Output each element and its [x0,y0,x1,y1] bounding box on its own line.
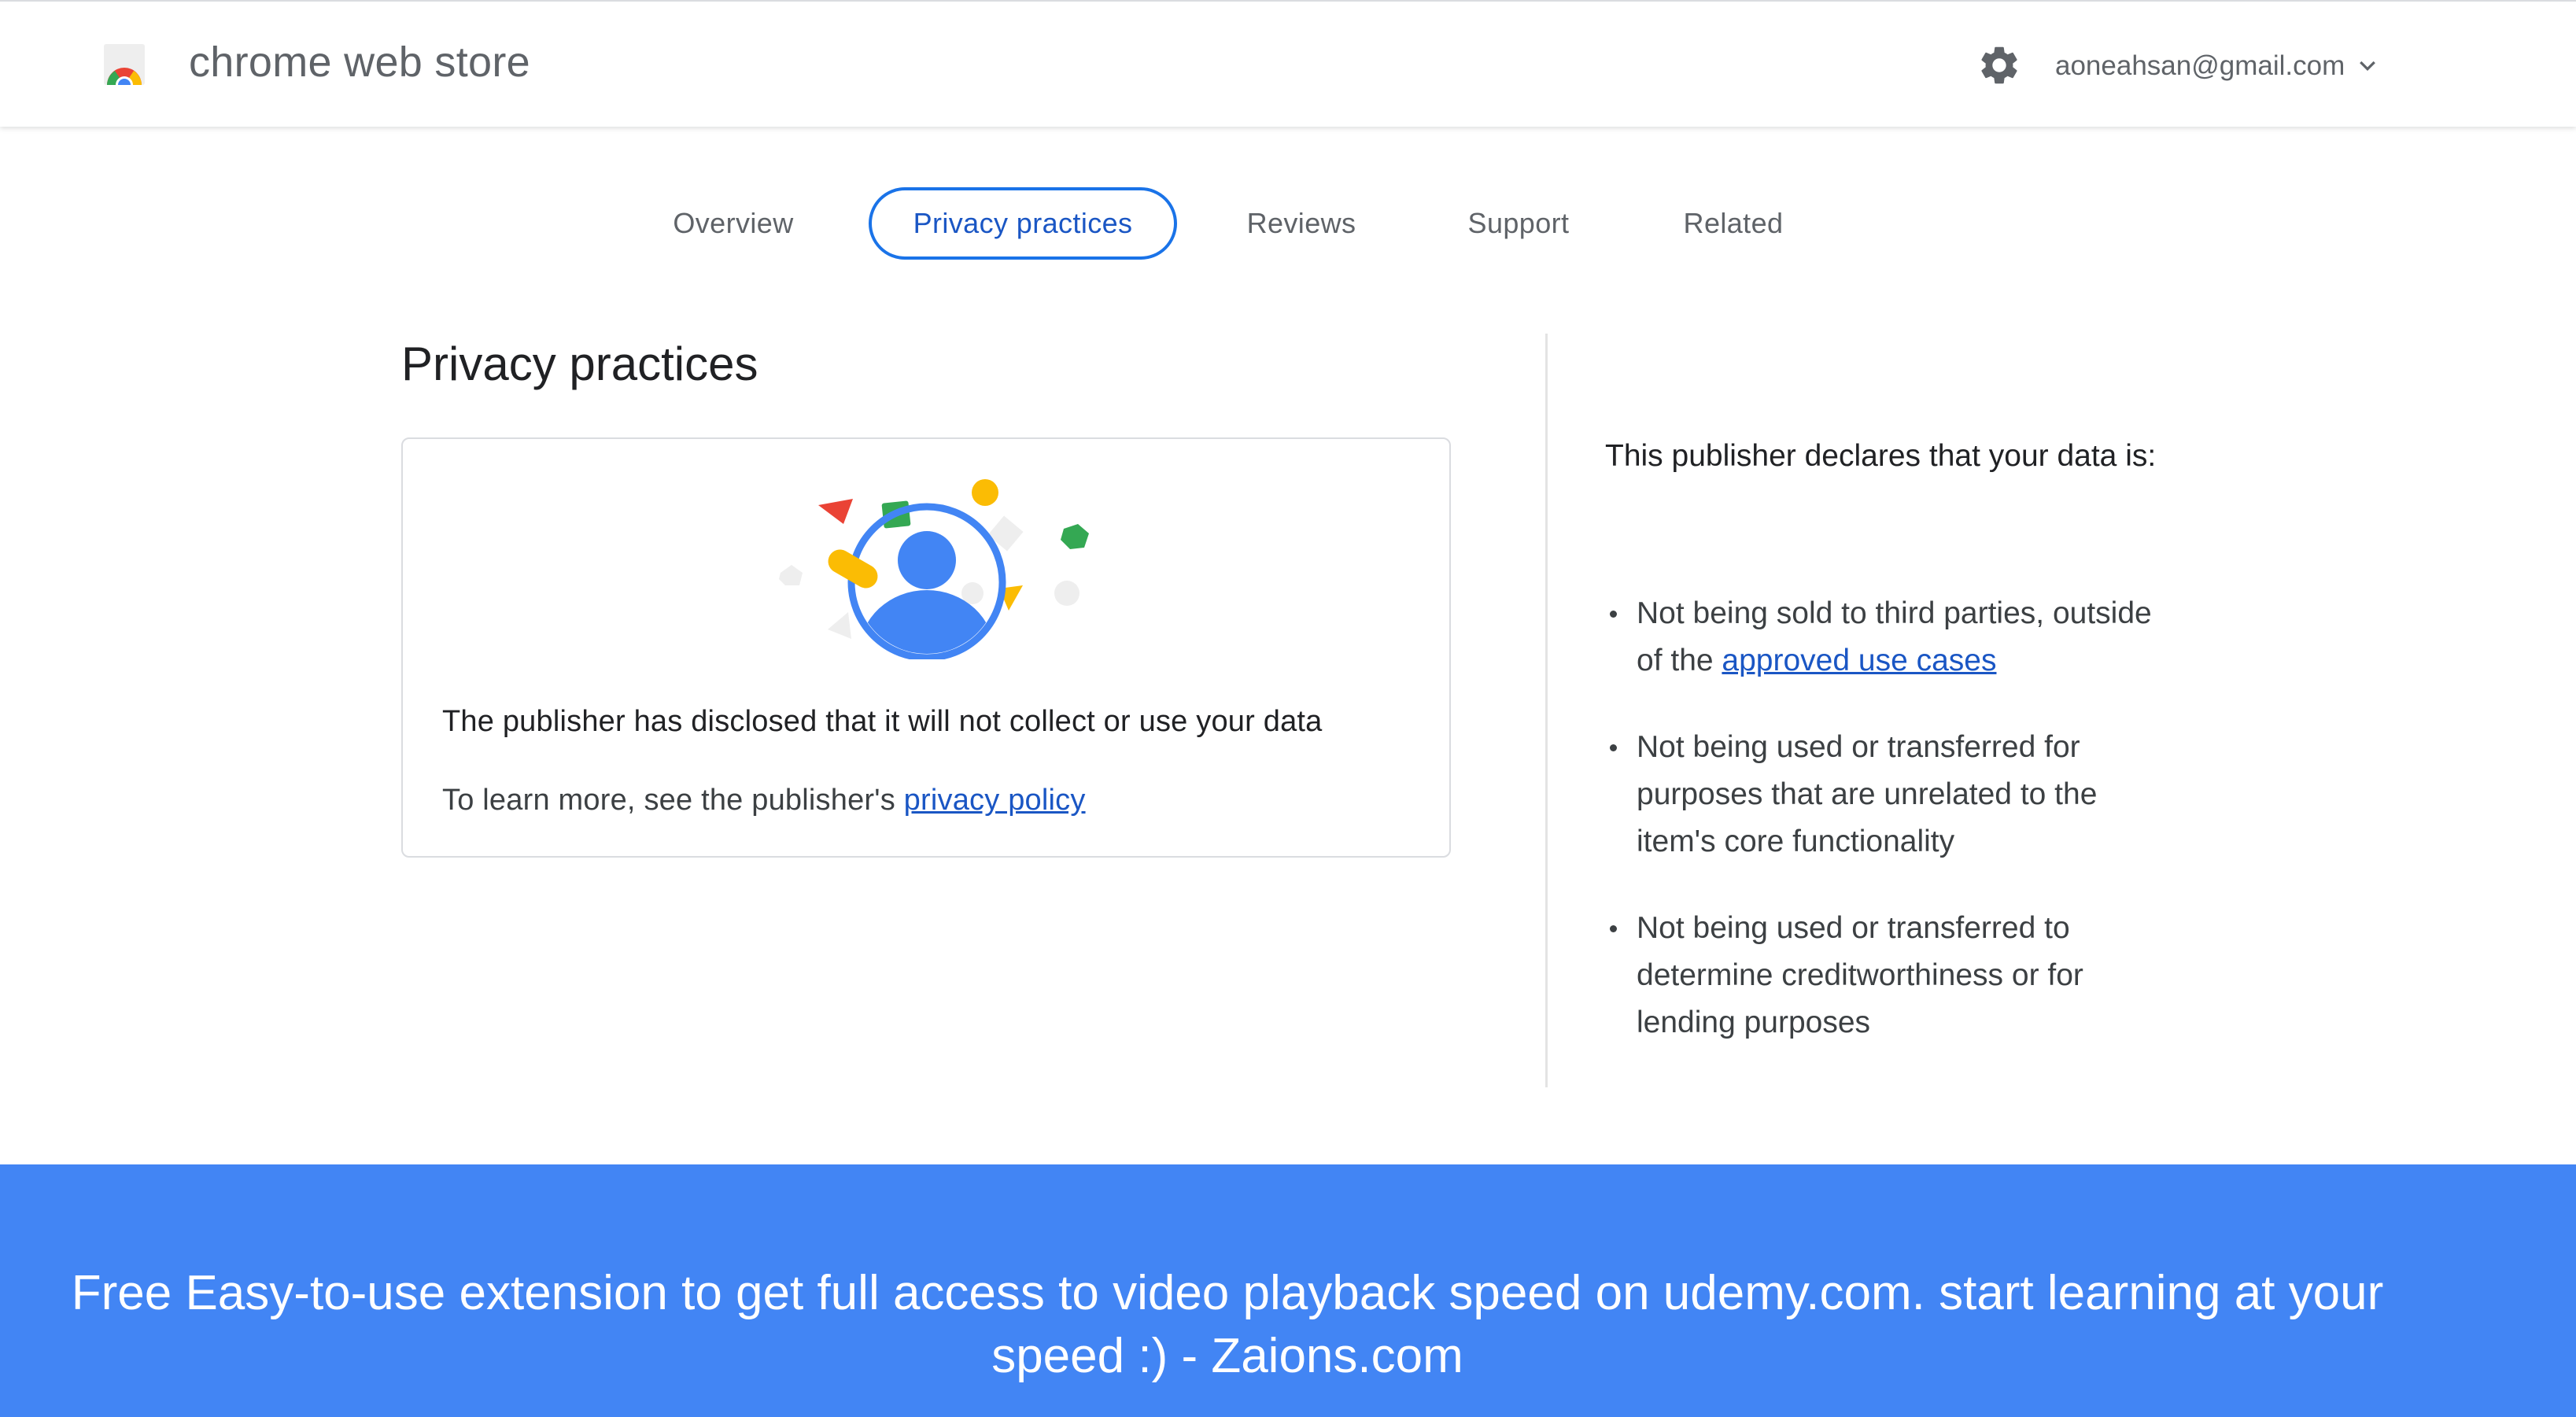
declaration-text: Not being used or transferred for purpos… [1637,730,2098,858]
privacy-person-illustration [779,479,1089,659]
list-item: Not being used or transferred to determi… [1605,905,2172,1046]
account-email: aoneahsan@gmail.com [2055,50,2345,81]
top-bar: chrome web store aoneahsan@gmail.com [0,0,2576,127]
chevron-down-icon [2360,61,2376,72]
promo-banner-text: Free Easy-to-use extension to get full a… [71,1266,2384,1383]
declarations-list: Not being sold to third parties, outside… [1605,590,2172,1086]
page: chrome web store aoneahsan@gmail.com Ove… [0,0,2576,1417]
privacy-policy-link[interactable]: privacy policy [904,784,1086,817]
declaration-text: Not being used or transferred to determi… [1637,911,2083,1039]
approved-use-cases-link[interactable]: approved use cases [1722,644,1996,677]
data-disclosure-statement: The publisher has disclosed that it will… [442,705,1323,738]
column-divider [1545,334,1548,1087]
privacy-card: The publisher has disclosed that it will… [401,437,1451,858]
tab-privacy-practices[interactable]: Privacy practices [869,187,1177,260]
promo-banner: Free Easy-to-use extension to get full a… [0,1164,2576,1417]
bullet-dot [1610,744,1617,751]
gear-icon[interactable] [1976,42,2022,88]
learn-more-prefix: To learn more, see the publisher's [442,784,904,817]
tab-support[interactable]: Support [1449,187,1588,260]
chrome-web-store-logo[interactable] [99,42,149,90]
account-menu[interactable]: aoneahsan@gmail.com [2055,49,2379,83]
bullet-dot [1610,611,1617,618]
tab-reviews[interactable]: Reviews [1232,187,1371,260]
tab-bar: Overview Privacy practices Reviews Suppo… [0,187,2576,260]
learn-more-text: To learn more, see the publisher's priva… [442,784,1086,817]
declarations-intro: This publisher declares that your data i… [1605,439,2157,473]
store-title[interactable]: chrome web store [189,38,530,87]
tab-related[interactable]: Related [1668,187,1799,260]
list-item: Not being sold to third parties, outside… [1605,590,2172,685]
bullet-dot [1610,925,1617,932]
tab-overview[interactable]: Overview [655,187,812,260]
list-item: Not being used or transferred for purpos… [1605,724,2172,865]
page-title: Privacy practices [401,338,758,390]
